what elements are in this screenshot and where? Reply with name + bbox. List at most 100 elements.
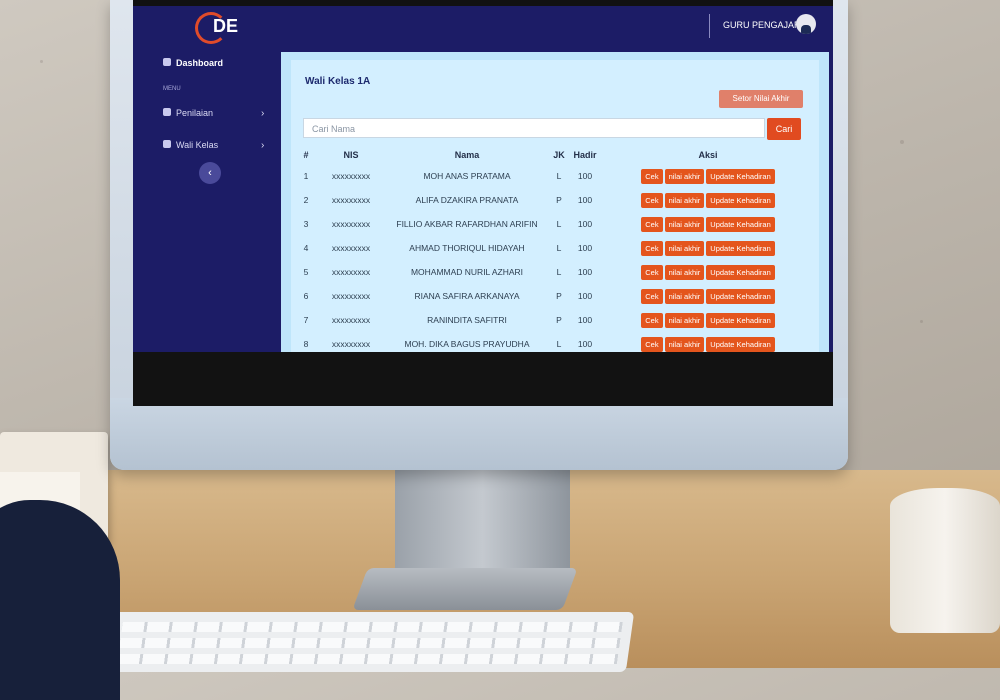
update-kehadiran-button[interactable]: Update Kehadiran — [706, 240, 775, 256]
topbar-divider — [709, 14, 710, 38]
class-card: Wali Kelas 1A Setor Nilai Akhir Cari Nam… — [291, 60, 819, 376]
nilai-akhir-button[interactable]: nilai akhir — [664, 312, 705, 328]
cek-button[interactable]: Cek — [641, 240, 663, 256]
cell-no: 5 — [303, 267, 309, 277]
logo-text: DE — [213, 16, 239, 36]
users-icon — [163, 140, 171, 148]
update-kehadiran-button[interactable]: Update Kehadiran — [706, 312, 775, 328]
keyboard-keys — [116, 654, 619, 664]
cell-nis: xxxxxxxxx — [331, 171, 371, 181]
cell-jk: L — [556, 219, 562, 229]
nilai-akhir-button[interactable]: nilai akhir — [664, 216, 705, 232]
main-content: Wali Kelas 1A Setor Nilai Akhir Cari Nam… — [281, 52, 829, 376]
cell-nis: xxxxxxxxx — [331, 267, 371, 277]
cek-button[interactable]: Cek — [641, 312, 663, 328]
table-row: 7 xxxxxxxxx RANINDITA SAFITRI P 100 Cek nilai … — [295, 308, 815, 332]
cell-nama: RANINDITA SAFITRI — [427, 315, 507, 325]
cell-aksi: Ceknilai akhirUpdate Kehadiran — [601, 236, 815, 260]
cell-jk: P — [556, 195, 562, 205]
cell-nis: xxxxxxxxx — [331, 291, 371, 301]
monitor-stand-base — [352, 568, 578, 610]
cell-hadir: 100 — [577, 219, 593, 229]
sidebar-item-wali-kelas[interactable]: Wali Kelas — [163, 140, 218, 150]
cell-nis: xxxxxxxxx — [331, 219, 371, 229]
wall-texture — [900, 140, 904, 144]
keyboard-keys — [119, 638, 621, 648]
keyboard-keys — [121, 622, 623, 632]
page-title: Wali Kelas 1A — [305, 76, 371, 87]
update-kehadiran-button[interactable]: Update Kehadiran — [706, 264, 775, 280]
nilai-akhir-button[interactable]: nilai akhir — [664, 336, 705, 352]
cell-no: 2 — [303, 195, 309, 205]
nilai-akhir-button[interactable]: nilai akhir — [664, 288, 705, 304]
update-kehadiran-button[interactable]: Update Kehadiran — [706, 168, 775, 184]
nilai-akhir-button[interactable]: nilai akhir — [664, 264, 705, 280]
update-kehadiran-button[interactable]: Update Kehadiran — [706, 216, 775, 232]
chevron-right-icon[interactable]: › — [261, 108, 264, 119]
cell-nis: xxxxxxxxx — [331, 243, 371, 253]
cell-nis: xxxxxxxxx — [331, 195, 371, 205]
cell-aksi: Ceknilai akhirUpdate Kehadiran — [601, 284, 815, 308]
cell-nama: MOHAMMAD NURIL AZHARI — [410, 267, 524, 277]
student-table: # NIS Nama JK Hadir Aksi 1 xxxxxxxxx MOH A… — [295, 146, 815, 380]
update-kehadiran-button[interactable]: Update Kehadiran — [706, 336, 775, 352]
update-kehadiran-button[interactable]: Update Kehadiran — [706, 192, 775, 208]
sidebar-item-label: Penilaian — [176, 108, 214, 118]
sidebar-collapse-button[interactable]: ‹ — [199, 162, 221, 184]
table-row: 6 xxxxxxxxx RIANA SAFIRA ARKANAYA P 100 Cek ni… — [295, 284, 815, 308]
person-shoulder — [0, 500, 120, 700]
sidebar-section-label: MENU — [163, 86, 181, 92]
cell-hadir: 100 — [577, 171, 593, 181]
cell-nama: FILLIO AKBAR RAFARDHAN ARIFIN — [396, 219, 538, 229]
cell-nis: xxxxxxxxx — [331, 315, 371, 325]
cell-nama: ALIFA DZAKIRA PRANATA — [415, 195, 519, 205]
cell-nama: RIANA SAFIRA ARKANAYA — [414, 291, 520, 301]
cek-button[interactable]: Cek — [641, 288, 663, 304]
search-button[interactable]: Cari — [767, 118, 801, 140]
nilai-akhir-button[interactable]: nilai akhir — [664, 192, 705, 208]
cek-button[interactable]: Cek — [641, 336, 663, 352]
table-row: 1 xxxxxxxxx MOH ANAS PRATAMA L 100 Cek nilai a… — [295, 164, 815, 188]
cek-button[interactable]: Cek — [641, 192, 663, 208]
app-logo[interactable]: DE — [195, 12, 251, 44]
cek-button[interactable]: Cek — [641, 264, 663, 280]
cell-nama: AHMAD THORIQUL HIDAYAH — [409, 243, 525, 253]
cell-hadir: 100 — [577, 195, 593, 205]
cell-no: 4 — [303, 243, 309, 253]
monitor-stand — [395, 470, 570, 580]
column-header-no: # — [303, 150, 309, 160]
cell-no: 7 — [303, 315, 309, 325]
sidebar-item-label: Wali Kelas — [176, 140, 219, 150]
sidebar-item-penilaian[interactable]: Penilaian — [163, 108, 213, 118]
sidebar-item-label: Dashboard — [176, 58, 224, 68]
sidebar-item-dashboard[interactable]: Dashboard — [163, 58, 223, 68]
table-row: 4 xxxxxxxxx AHMAD THORIQUL HIDAYAH L 100 Cek n… — [295, 236, 815, 260]
screen-bezel-bottom — [133, 352, 833, 406]
keyboard — [105, 612, 635, 672]
update-kehadiran-button[interactable]: Update Kehadiran — [706, 288, 775, 304]
cek-button[interactable]: Cek — [641, 216, 663, 232]
white-cup — [890, 488, 1000, 633]
column-header-hadir: Hadir — [573, 150, 597, 160]
avatar[interactable] — [796, 14, 816, 34]
setor-nilai-akhir-button[interactable]: Setor Nilai Akhir — [719, 90, 803, 108]
search-input[interactable]: Cari Nama — [303, 118, 765, 138]
monitor-screen: DE GURU PENGAJAR Dashboard MENU Penilaia… — [133, 0, 833, 406]
user-role-label[interactable]: GURU PENGAJAR — [723, 20, 801, 30]
nilai-akhir-button[interactable]: nilai akhir — [664, 168, 705, 184]
column-header-aksi: Aksi — [698, 150, 718, 160]
cek-button[interactable]: Cek — [641, 168, 663, 184]
table-row: 2 xxxxxxxxx ALIFA DZAKIRA PRANATA P 100 Cek ni… — [295, 188, 815, 212]
wall-texture — [920, 320, 923, 323]
top-bar: DE GURU PENGAJAR — [133, 6, 833, 46]
chevron-right-icon[interactable]: › — [261, 140, 264, 151]
cell-nama: MOH ANAS PRATAMA — [423, 171, 511, 181]
column-header-jk: JK — [553, 150, 565, 160]
cell-hadir: 100 — [577, 291, 593, 301]
cell-jk: L — [556, 243, 562, 253]
cell-no: 6 — [303, 291, 309, 301]
nilai-akhir-button[interactable]: nilai akhir — [664, 240, 705, 256]
cell-jk: L — [556, 267, 562, 277]
cell-jk: P — [556, 315, 562, 325]
table-row: 3 xxxxxxxxx FILLIO AKBAR RAFARDHAN ARIFIN L… — [295, 212, 815, 236]
